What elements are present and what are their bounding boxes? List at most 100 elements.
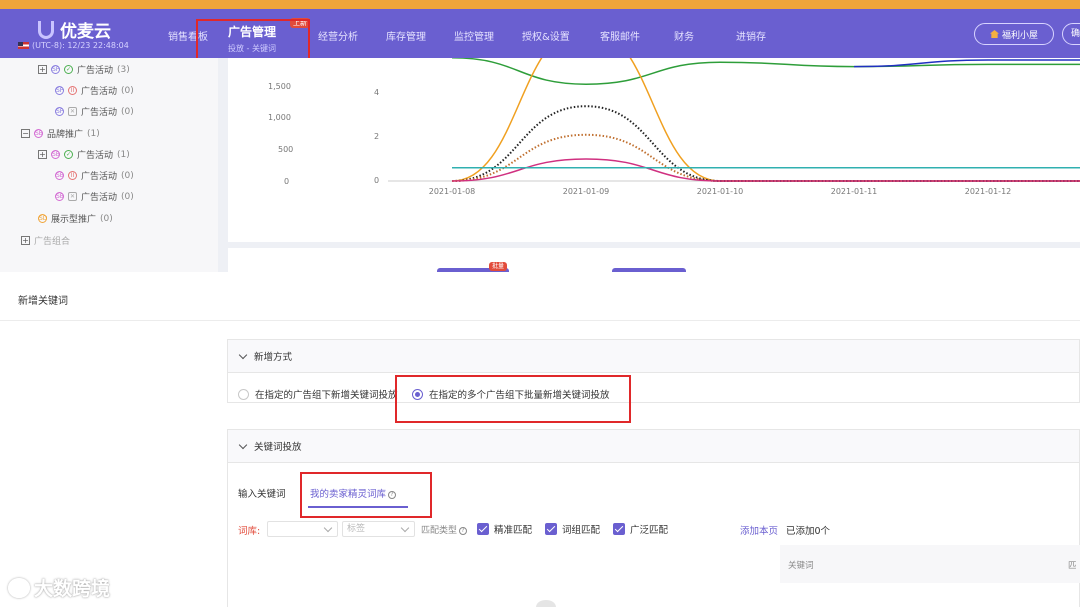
header-extra-button[interactable]: 确 xyxy=(1062,23,1080,45)
tree-label: 广告活动 xyxy=(77,151,114,161)
tree-row[interactable]: SP ✕ 广告活动 (0) xyxy=(55,105,134,118)
tree-count: (1) xyxy=(117,149,130,160)
logo-text: 优麦云 xyxy=(60,22,111,42)
tree-label: 广告活动 xyxy=(81,87,118,97)
sp-icon: SP xyxy=(55,107,64,116)
welfare-button[interactable]: 福利小屋 xyxy=(974,23,1054,45)
tree-label: 广告活动 xyxy=(81,193,118,203)
highlight-tab-box xyxy=(300,472,432,518)
nav-auth-settings[interactable]: 授权&设置 xyxy=(522,28,570,43)
sb-icon: SB xyxy=(55,192,64,201)
tree-label: 广告组合 xyxy=(34,237,71,247)
checkbox-checked-icon[interactable] xyxy=(545,523,557,535)
radio-icon[interactable] xyxy=(238,388,249,400)
lexicon-select[interactable] xyxy=(267,521,338,537)
x-tick-label: 2021-01-11 xyxy=(831,187,878,196)
divider xyxy=(0,320,1080,321)
sp-icon: SP xyxy=(55,86,64,95)
section-title: 新增方式 xyxy=(254,352,293,363)
line-chart: 2021-01-08 2021-01-09 2021-01-10 2021-01-11… xyxy=(388,58,1080,196)
tree-row[interactable]: SP II 广告活动 (0) xyxy=(55,84,134,97)
nav-inventory[interactable]: 库存管理 xyxy=(386,28,426,43)
series-line-6 xyxy=(853,59,1080,68)
tree-row[interactable]: SB ✕ 广告活动 (0) xyxy=(55,190,134,203)
sb-icon: SB xyxy=(51,150,60,159)
series-line-0 xyxy=(451,58,1080,85)
collapse-icon[interactable]: − xyxy=(21,129,30,138)
enabled-icon: ✓ xyxy=(64,65,73,74)
series-line-3 xyxy=(451,133,1080,182)
option-label: 在指定的广告组下新增关键词投放 xyxy=(255,390,398,401)
expand-icon[interactable]: + xyxy=(38,150,47,159)
house-icon xyxy=(989,30,999,38)
x-tick-label: 2021-01-10 xyxy=(697,187,744,196)
tree-row[interactable]: SB II 广告活动 (0) xyxy=(55,169,134,182)
chevron-down-icon xyxy=(238,350,248,359)
checkbox-label: 广泛匹配 xyxy=(630,525,669,536)
sp-icon: SP xyxy=(51,65,60,74)
tree-label: 展示型推广 xyxy=(51,215,97,225)
series-line-2 xyxy=(451,105,1080,182)
phrase-match-checkbox[interactable]: 词组匹配 xyxy=(545,522,600,536)
tree-count: (0) xyxy=(121,106,134,117)
paused-icon: II xyxy=(68,86,77,95)
sb-icon: SB xyxy=(55,171,64,180)
column-match: 匹 xyxy=(1068,561,1077,571)
checkbox-label: 词组匹配 xyxy=(562,525,601,536)
nav-finance[interactable]: 财务 xyxy=(674,28,694,43)
tree-count: (0) xyxy=(121,191,134,202)
tree-count: (1) xyxy=(87,128,100,139)
watermark-logo-icon xyxy=(8,577,30,598)
tree-count: (3) xyxy=(117,64,130,75)
nav-purchase-sales[interactable]: 进销存 xyxy=(736,28,766,43)
expand-icon[interactable]: + xyxy=(21,236,30,245)
help-icon[interactable]: ? xyxy=(459,526,468,535)
tree-row[interactable]: + SB ✓ 广告活动 (1) xyxy=(38,148,130,161)
scroll-handle[interactable] xyxy=(536,600,556,607)
add-page-link[interactable]: 添加本页 xyxy=(740,523,778,537)
nav-customer-mail[interactable]: 客服邮件 xyxy=(600,28,640,43)
chart-panel: 1,500 1,000 500 0 4 2 0 2021-01-08 2021-0… xyxy=(228,58,1080,242)
welfare-label: 福利小屋 xyxy=(1001,30,1038,41)
section-title: 关键词投放 xyxy=(254,442,302,453)
tab-input-keywords[interactable]: 输入关键词 xyxy=(238,486,286,500)
paused-icon: II xyxy=(68,171,77,180)
app-logo[interactable]: 优麦云 xyxy=(38,17,111,42)
archived-icon: ✕ xyxy=(68,107,77,116)
nav-monitoring[interactable]: 监控管理 xyxy=(454,28,494,43)
keyword-targeting-header[interactable]: 关键词投放 xyxy=(228,430,1079,463)
watermark: 大数跨境 xyxy=(8,574,110,601)
watermark-text: 大数跨境 xyxy=(34,578,111,600)
broad-match-checkbox[interactable]: 广泛匹配 xyxy=(613,522,668,536)
added-count: 已添加0个 xyxy=(786,526,831,537)
x-tick-label: 2021-01-09 xyxy=(563,187,610,196)
x-tick-label: 2021-01-08 xyxy=(429,187,476,196)
exact-match-checkbox[interactable]: 精准匹配 xyxy=(477,522,532,536)
match-type-label: 匹配类型? xyxy=(421,523,468,536)
tree-row[interactable]: SD 展示型推广 (0) xyxy=(38,212,113,225)
sb-icon: SB xyxy=(34,129,43,138)
option-single-adgroup[interactable]: 在指定的广告组下新增关键词投放 xyxy=(238,387,398,401)
tree-row[interactable]: + 广告组合 xyxy=(21,234,70,247)
timezone-clock: (UTC-8): 12/23 22:48:04 xyxy=(18,41,129,50)
tag-select[interactable]: 标签 xyxy=(342,521,415,537)
add-method-header[interactable]: 新增方式 xyxy=(228,340,1079,373)
campaign-tree: + SP ✓ 广告活动 (3) SP II 广告活动 (0) SP ✕ 广告活动… xyxy=(0,58,218,272)
checkbox-checked-icon[interactable] xyxy=(613,523,625,535)
modal-title: 新增关键词 xyxy=(18,296,68,307)
tree-count: (0) xyxy=(121,170,134,181)
checkbox-checked-icon[interactable] xyxy=(477,523,489,535)
top-accent-strip xyxy=(0,0,1080,9)
column-keyword: 关键词 xyxy=(788,561,814,571)
tree-label: 品牌推广 xyxy=(47,130,84,140)
x-tick-label: 2021-01-12 xyxy=(965,187,1012,196)
highlight-option-box xyxy=(395,375,631,423)
nav-business-analysis[interactable]: 经营分析 xyxy=(318,28,358,43)
tree-count: (0) xyxy=(121,85,134,96)
tree-row[interactable]: + SP ✓ 广告活动 (3) xyxy=(38,63,130,76)
added-table-header: 关键词 匹 xyxy=(780,545,1080,583)
lexicon-label: 词库: xyxy=(238,526,261,537)
tree-row[interactable]: − SB 品牌推广 (1) xyxy=(21,127,100,140)
us-flag-icon xyxy=(18,42,29,49)
expand-icon[interactable]: + xyxy=(38,65,47,74)
